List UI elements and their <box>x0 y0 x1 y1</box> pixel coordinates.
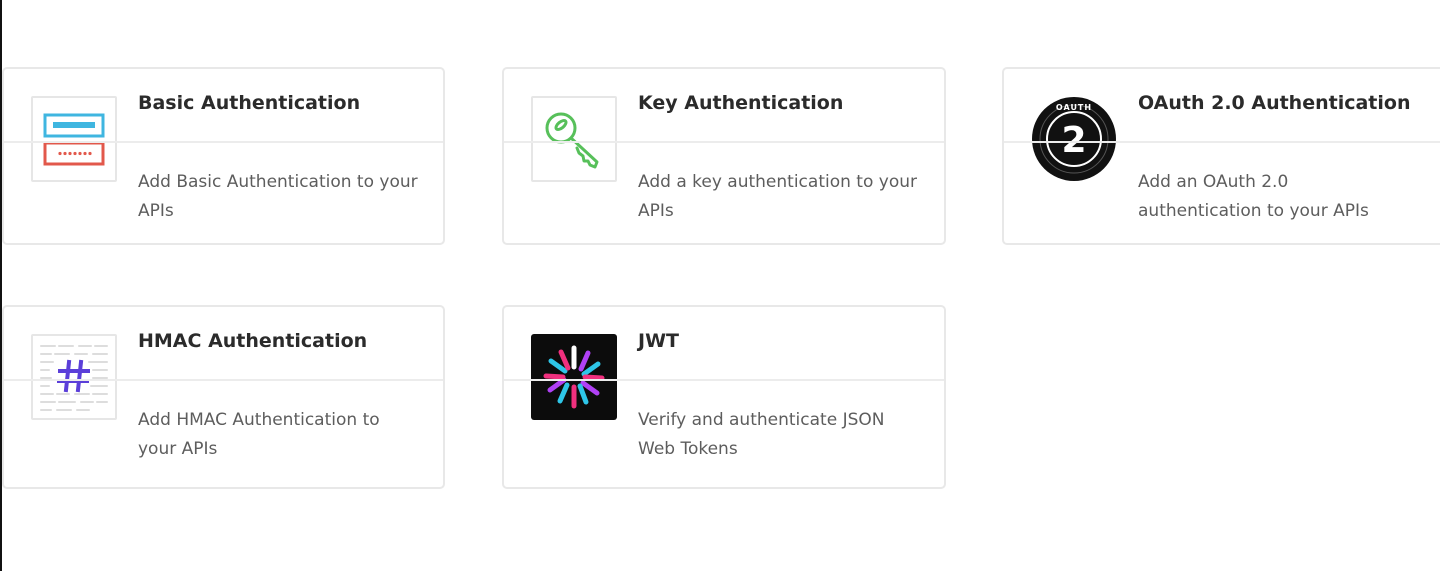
card-divider <box>4 141 443 143</box>
card-divider <box>504 141 944 143</box>
plugin-title: Basic Authentication <box>138 92 361 114</box>
plugin-title: Key Authentication <box>638 92 844 114</box>
plugin-description: Add Basic Authentication to your APIs <box>138 172 418 221</box>
plugin-description: Add a key authentication to your APIs <box>638 172 917 221</box>
jwt-icon <box>531 334 617 420</box>
plugin-card-jwt[interactable]: JWT Verify and authenticate JSON Web Tok… <box>502 305 946 489</box>
plugin-title: JWT <box>638 330 679 352</box>
card-divider <box>504 379 944 381</box>
plugin-title: HMAC Authentication <box>138 330 368 352</box>
plugin-description: Add an OAuth 2.0 authentication to your … <box>1138 172 1369 221</box>
key-icon <box>531 96 617 182</box>
hmac-hash-icon <box>31 334 117 420</box>
basic-auth-icon <box>31 96 117 182</box>
plugin-card-hmac-authentication[interactable]: HMAC Authentication Add HMAC Authenticat… <box>2 305 445 489</box>
plugin-card-basic-authentication[interactable]: Basic Authentication Add Basic Authentic… <box>2 67 445 245</box>
card-divider <box>4 379 443 381</box>
oauth2-icon: OAUTH 2 <box>1031 96 1117 182</box>
plugin-title: OAuth 2.0 Authentication <box>1138 92 1411 114</box>
card-divider <box>1004 141 1440 143</box>
plugin-card-oauth2-authentication[interactable]: OAUTH 2 OAuth 2.0 Authentication Add an … <box>1002 67 1440 245</box>
plugin-description: Verify and authenticate JSON Web Tokens <box>638 410 885 459</box>
plugin-description: Add HMAC Authentication to your APIs <box>138 410 380 459</box>
oauth-badge-text: OAUTH <box>1056 103 1092 112</box>
plugin-card-key-authentication[interactable]: Key Authentication Add a key authenticat… <box>502 67 946 245</box>
